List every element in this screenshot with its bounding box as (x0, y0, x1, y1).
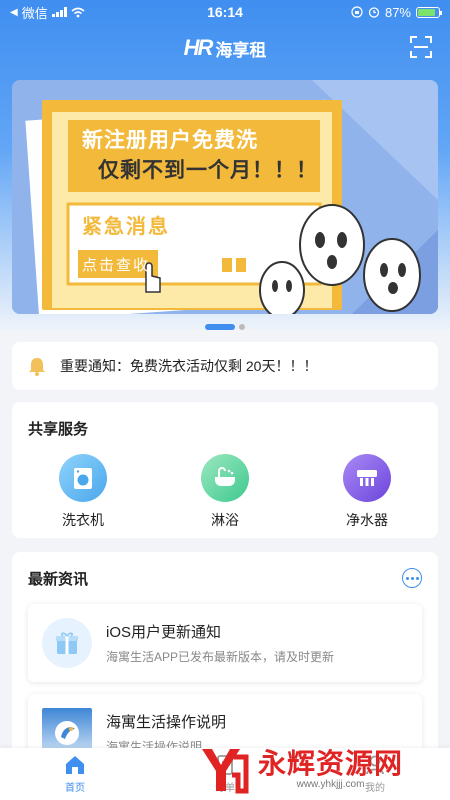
carousel-dot[interactable] (239, 324, 245, 330)
watermark-logo (202, 749, 249, 794)
news-title: 最新资讯 (28, 571, 89, 588)
news-item-title: iOS用户更新通知 (106, 624, 222, 641)
service-shower[interactable]: 淋浴 (154, 454, 296, 530)
bell-icon (29, 358, 45, 376)
carrier-label: 微信 (21, 5, 48, 21)
tab-home[interactable]: 首页 (0, 748, 150, 800)
banner-headline-2: 仅剩不到一个月！！！ (98, 159, 318, 182)
service-label: 淋浴 (211, 512, 239, 528)
news-item-title: 海寓生活操作说明 (106, 714, 227, 731)
carousel-indicator (0, 323, 450, 331)
app-name: 海享租 (215, 40, 267, 60)
promo-banner[interactable]: ·· 新注册用户免费洗 仅剩不到一个月！！！ 紧急消息 点击查收 (12, 80, 438, 314)
gift-icon (42, 618, 92, 668)
shower-icon (201, 454, 249, 502)
battery-percent: 87% (384, 4, 411, 20)
scan-icon[interactable] (410, 36, 432, 58)
notice-bar[interactable]: 重要通知：免费洗衣活动仅剩 20天！！！ (12, 342, 438, 390)
watermark: 永辉资源网 www.yhkjjj.com (196, 738, 450, 800)
water-purifier-icon (343, 454, 391, 502)
status-time: 16:14 (207, 4, 243, 20)
top-nav: HR 海享租 (0, 28, 450, 68)
app-logo: HR 海享租 (184, 35, 267, 61)
back-arrow-icon[interactable]: ◀ (10, 7, 18, 18)
carousel-dot-active[interactable] (205, 324, 235, 330)
service-label: 净水器 (346, 512, 388, 528)
wifi-icon (71, 7, 85, 17)
watermark-url: www.yhkjjj.com (296, 778, 365, 790)
more-icon[interactable] (402, 568, 422, 588)
home-icon (66, 756, 84, 774)
alarm-icon (368, 7, 380, 18)
banner-tag: 紧急消息 (82, 216, 170, 238)
battery-icon (416, 6, 442, 18)
signal-icon (51, 7, 67, 17)
shared-services-card: 共享服务 洗衣机 淋浴 净水器 (12, 402, 438, 538)
service-label: 洗衣机 (62, 512, 104, 528)
tab-label: 首页 (65, 783, 85, 794)
news-item-subtitle: 海寓生活APP已发布最新版本，请及时更新 (106, 650, 335, 664)
news-item[interactable]: iOS用户更新通知 海寓生活APP已发布最新版本，请及时更新 (28, 604, 422, 682)
status-bar: ◀ 微信 16:14 87% (0, 0, 450, 24)
logo-mark: HR (183, 35, 214, 60)
service-water-purifier[interactable]: 净水器 (296, 454, 438, 530)
banner-cta[interactable]: 点击查收 (82, 254, 150, 275)
banner-illustration: ·· (12, 80, 438, 314)
orientation-lock-icon (351, 6, 363, 18)
service-washing-machine[interactable]: 洗衣机 (12, 454, 154, 530)
watermark-text: 永辉资源网 (258, 747, 404, 779)
banner-headline-1: 新注册用户免费洗 (82, 129, 258, 152)
services-title: 共享服务 (28, 421, 89, 438)
washing-machine-icon (59, 454, 107, 502)
notice-text: 重要通知：免费洗衣活动仅剩 20天！！！ (60, 358, 318, 374)
